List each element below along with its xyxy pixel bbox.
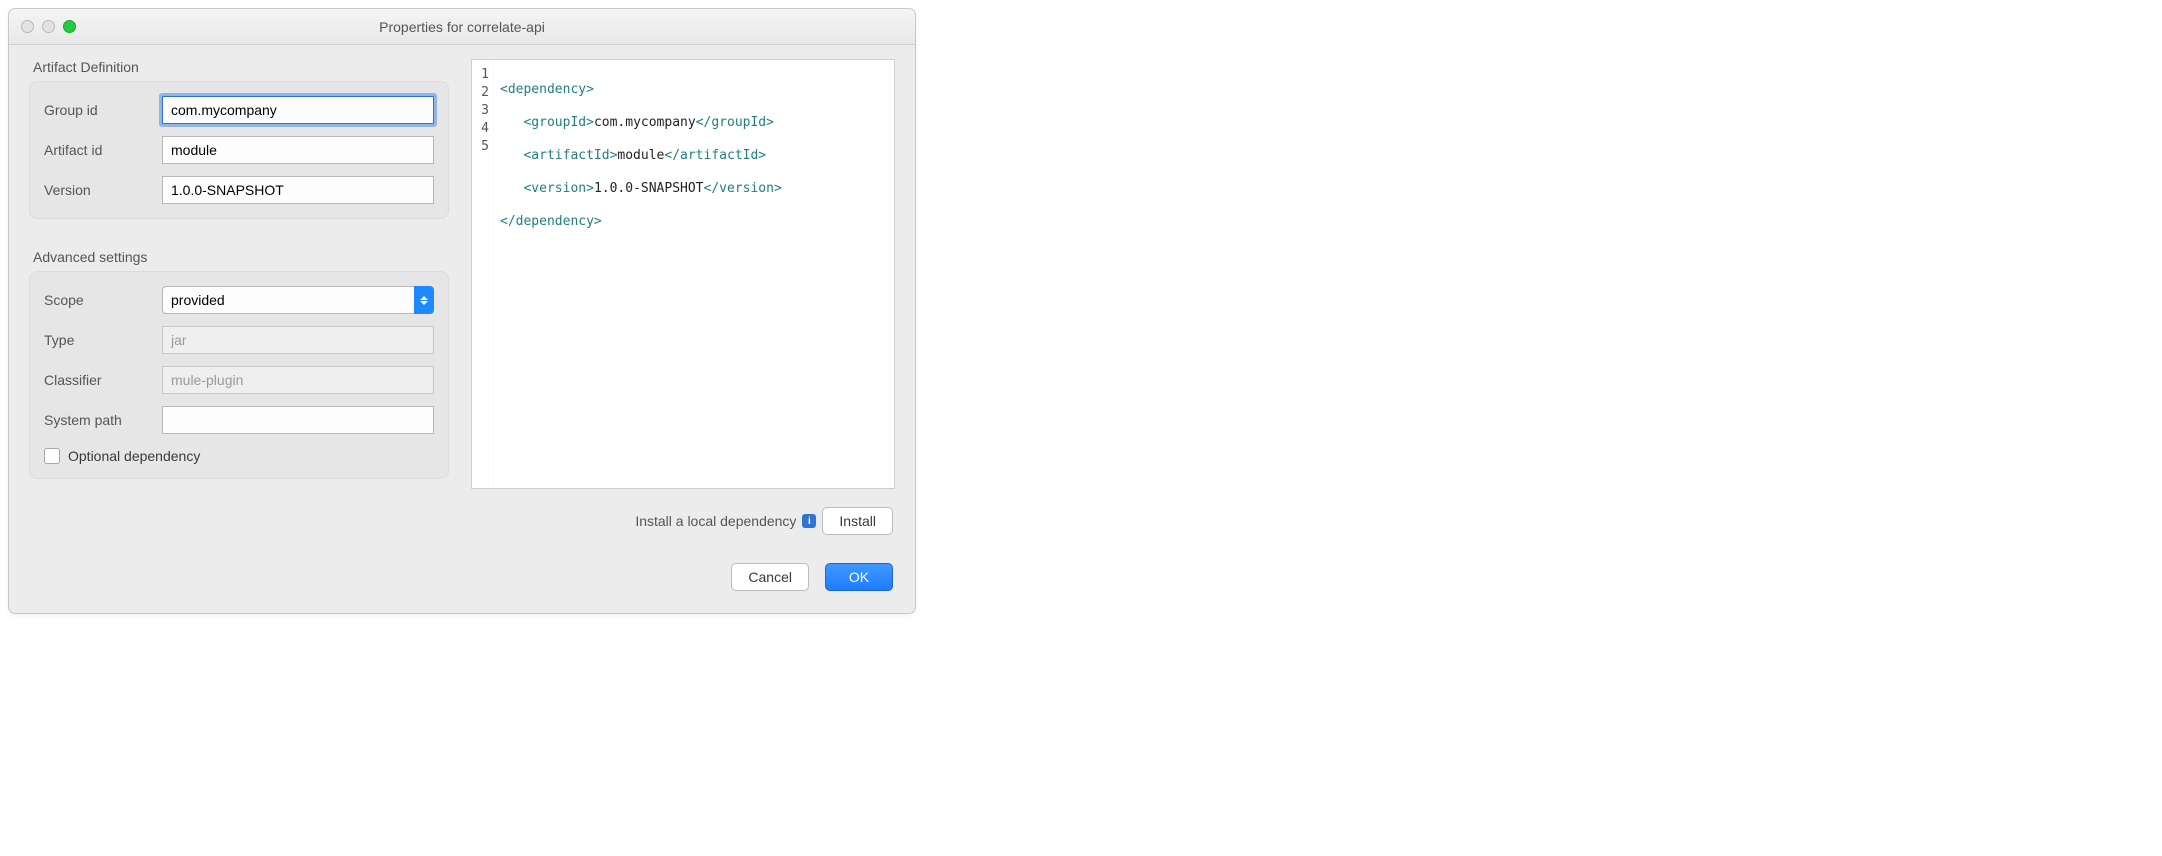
- xml-tag: <dependency>: [500, 82, 594, 97]
- window-title: Properties for correlate-api: [9, 19, 915, 35]
- minimize-window-button[interactable]: [42, 20, 55, 33]
- classifier-row: Classifier: [44, 366, 434, 394]
- left-column: Artifact Definition Group id Artifact id…: [29, 59, 449, 489]
- xml-text: 1.0.0-SNAPSHOT: [594, 181, 704, 196]
- xml-tag: </artifactId>: [664, 148, 766, 163]
- optional-dependency-label: Optional dependency: [68, 448, 200, 464]
- scope-row: Scope: [44, 286, 434, 314]
- close-window-button[interactable]: [21, 20, 34, 33]
- artifact-definition-section: Artifact Definition Group id Artifact id…: [29, 59, 449, 219]
- install-hint: Install a local dependency: [635, 513, 796, 529]
- window-controls: [21, 20, 76, 33]
- ok-button[interactable]: OK: [825, 563, 893, 591]
- artifact-id-input[interactable]: [162, 136, 434, 164]
- xml-text: com.mycompany: [594, 115, 696, 130]
- info-icon[interactable]: i: [802, 514, 816, 528]
- scope-select-stepper-icon[interactable]: [414, 286, 434, 314]
- type-input: [162, 326, 434, 354]
- classifier-label: Classifier: [44, 372, 162, 388]
- install-row: Install a local dependency i Install: [31, 507, 893, 535]
- system-path-row: System path: [44, 406, 434, 434]
- xml-tag: </dependency>: [500, 214, 602, 229]
- group-id-input[interactable]: [162, 96, 434, 124]
- scope-select-value[interactable]: [162, 286, 414, 314]
- scope-select[interactable]: [162, 286, 434, 314]
- artifact-id-row: Artifact id: [44, 136, 434, 164]
- dialog-window: Properties for correlate-api Artifact De…: [8, 8, 916, 614]
- advanced-settings-panel: Scope Type: [29, 271, 449, 479]
- xml-body: <dependency> <groupId>com.mycompany</gro…: [494, 60, 788, 488]
- version-row: Version: [44, 176, 434, 204]
- line-number: 4: [476, 120, 489, 138]
- xml-tag: </version>: [704, 181, 782, 196]
- dialog-buttons: Cancel OK: [31, 563, 893, 591]
- version-label: Version: [44, 182, 162, 198]
- line-number: 1: [476, 66, 489, 84]
- line-number: 3: [476, 102, 489, 120]
- type-label: Type: [44, 332, 162, 348]
- line-number: 5: [476, 138, 489, 156]
- group-id-label: Group id: [44, 102, 162, 118]
- install-button[interactable]: Install: [822, 507, 893, 535]
- titlebar: Properties for correlate-api: [9, 9, 915, 45]
- line-number: 2: [476, 84, 489, 102]
- xml-gutter: 1 2 3 4 5: [472, 60, 494, 488]
- maximize-window-button[interactable]: [63, 20, 76, 33]
- optional-dependency-row: Optional dependency: [44, 448, 434, 464]
- artifact-id-label: Artifact id: [44, 142, 162, 158]
- advanced-settings-header: Advanced settings: [33, 249, 449, 265]
- system-path-input[interactable]: [162, 406, 434, 434]
- xml-tag: <version>: [523, 181, 593, 196]
- classifier-input: [162, 366, 434, 394]
- version-input[interactable]: [162, 176, 434, 204]
- right-column: 1 2 3 4 5 <dependency> <groupId>com.myco…: [471, 59, 895, 489]
- artifact-definition-panel: Group id Artifact id Version: [29, 81, 449, 219]
- scope-label: Scope: [44, 292, 162, 308]
- xml-preview[interactable]: 1 2 3 4 5 <dependency> <groupId>com.myco…: [471, 59, 895, 489]
- dialog-footer: Install a local dependency i Install Can…: [9, 497, 915, 613]
- system-path-label: System path: [44, 412, 162, 428]
- xml-tag: <groupId>: [523, 115, 593, 130]
- xml-text: module: [617, 148, 664, 163]
- xml-tag: <artifactId>: [523, 148, 617, 163]
- dialog-content: Artifact Definition Group id Artifact id…: [9, 45, 915, 497]
- optional-dependency-checkbox[interactable]: [44, 448, 60, 464]
- artifact-definition-header: Artifact Definition: [33, 59, 449, 75]
- type-row: Type: [44, 326, 434, 354]
- group-id-row: Group id: [44, 96, 434, 124]
- advanced-settings-section: Advanced settings Scope: [29, 249, 449, 479]
- xml-tag: </groupId>: [696, 115, 774, 130]
- cancel-button[interactable]: Cancel: [731, 563, 809, 591]
